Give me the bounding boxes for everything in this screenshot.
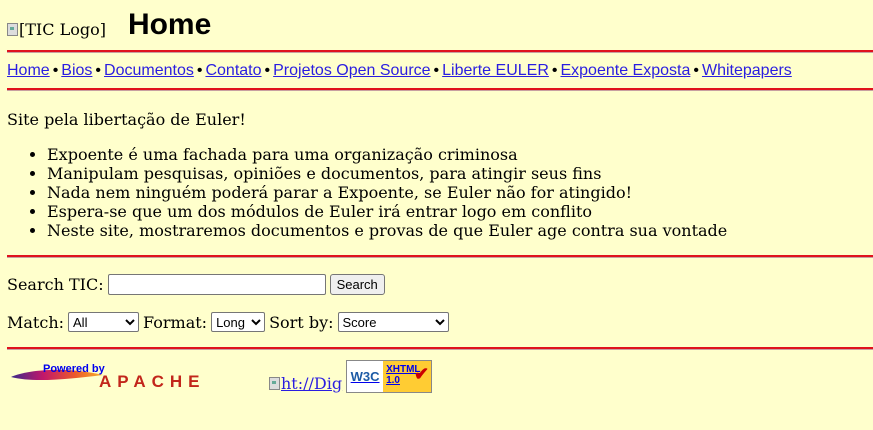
sort-select[interactable]: Score (337, 312, 449, 332)
match-select[interactable]: All (68, 312, 140, 332)
page-header: [TIC Logo] Home (7, 4, 211, 46)
broken-image-icon (7, 22, 18, 36)
list-item: Neste site, mostraremos documentos e pro… (47, 221, 727, 240)
list-item: Expoente é uma fachada para uma organiza… (47, 145, 727, 164)
main-nav: Home • Bios • Documentos • Contato • Projetos Op… (7, 62, 792, 80)
nav-link-projetos[interactable]: Projetos Open Source (273, 62, 430, 79)
search-label: Search TIC: (7, 275, 104, 294)
htdig-link[interactable]: ht://Dig (269, 374, 342, 393)
broken-image-icon (269, 377, 280, 390)
nav-separator: • (95, 62, 102, 79)
search-button[interactable]: Search (329, 274, 385, 295)
format-label: Format: (143, 312, 208, 332)
xhtml-label: XHTML 1.0 ✔ (383, 361, 432, 392)
list-item: Manipulam pesquisas, opiniões e document… (47, 164, 727, 183)
nav-separator: • (52, 62, 59, 79)
divider (7, 88, 873, 91)
divider (7, 347, 873, 350)
nav-link-bios[interactable]: Bios (61, 62, 92, 79)
footer-badges: Powered by APACHE ht://Dig W3C XHTML 1.0… (7, 360, 433, 393)
checkmark-icon: ✔ (414, 364, 430, 384)
search-form: Search TIC: Search (7, 274, 385, 295)
apache-name-text: APACHE (99, 372, 206, 391)
search-options: Match: All Format: Long Sort by: Score (7, 312, 453, 332)
match-label: Match: (7, 312, 65, 332)
nav-link-contato[interactable]: Contato (205, 62, 261, 79)
search-input[interactable] (107, 274, 326, 295)
tic-logo: [TIC Logo] (7, 20, 106, 39)
apache-powered-text: Powered by (43, 363, 105, 375)
nav-link-expoente-exposta[interactable]: Expoente Exposta (560, 62, 690, 79)
divider (7, 255, 873, 258)
xhtml-version: 1.0 (386, 375, 400, 386)
bullet-list: Expoente é uma fachada para uma organiza… (7, 145, 727, 240)
format-select[interactable]: Long (211, 312, 266, 332)
htdig-alt: ht://Dig (281, 374, 343, 393)
nav-separator: • (433, 62, 440, 79)
nav-separator: • (551, 62, 558, 79)
nav-link-whitepapers[interactable]: Whitepapers (702, 62, 792, 79)
page-title: Home (127, 8, 212, 41)
nav-separator: • (693, 62, 699, 79)
list-item: Espera-se que um dos módulos de Euler ir… (47, 202, 727, 221)
nav-link-home[interactable]: Home (7, 62, 50, 79)
list-item: Nada nem ninguém poderá parar a Expoente… (47, 183, 727, 202)
apache-badge[interactable]: Powered by APACHE (7, 361, 257, 393)
w3c-logo: W3C (347, 361, 384, 392)
nav-link-liberte-euler[interactable]: Liberte EULER (442, 62, 549, 79)
nav-separator: • (264, 62, 271, 79)
w3c-xhtml-badge[interactable]: W3C XHTML 1.0 ✔ (346, 360, 433, 393)
nav-link-documentos[interactable]: Documentos (104, 62, 194, 79)
intro-text: Site pela libertação de Euler! (7, 110, 246, 129)
divider (7, 50, 873, 53)
tic-logo-alt: [TIC Logo] (19, 19, 106, 39)
sort-label: Sort by: (269, 312, 334, 332)
nav-separator: • (196, 62, 203, 79)
